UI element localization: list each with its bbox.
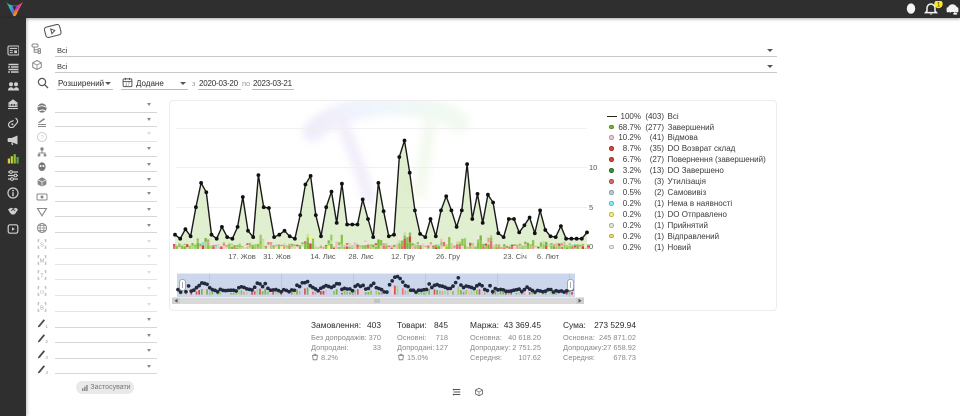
svg-text:B: B [40, 305, 44, 311]
svg-text:23. Січ: 23. Січ [503, 252, 527, 261]
svg-text:26. Гру: 26. Гру [436, 252, 460, 261]
svg-text:31. Жов: 31. Жов [263, 252, 291, 261]
svg-text:?: ? [40, 134, 44, 141]
svg-text:12. Гру: 12. Гру [391, 252, 415, 261]
svg-text:S: S [40, 242, 44, 248]
svg-text:14. Лис: 14. Лис [310, 252, 336, 261]
svg-text:T: T [40, 273, 44, 279]
svg-text:1: 1 [45, 324, 48, 329]
svg-text:Ct: Ct [40, 289, 45, 294]
svg-text:2: 2 [45, 339, 48, 344]
svg-text:5: 5 [589, 203, 593, 212]
svg-text:17: 17 [125, 82, 130, 87]
svg-text:3: 3 [45, 355, 48, 360]
svg-text:17. Жов: 17. Жов [228, 252, 256, 261]
svg-text:6. Лют: 6. Лют [537, 252, 560, 261]
svg-text:28. Лис: 28. Лис [348, 252, 374, 261]
svg-text:4: 4 [45, 370, 48, 375]
svg-text:M: M [40, 258, 45, 264]
svg-text:10: 10 [589, 163, 597, 172]
svg-text:0: 0 [589, 242, 593, 251]
